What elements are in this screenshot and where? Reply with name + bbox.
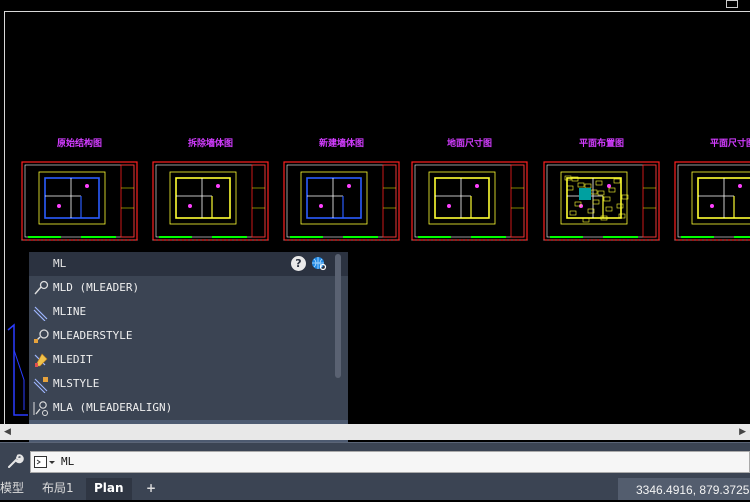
sheet-frame	[21, 161, 138, 241]
autocomplete-query: ML	[53, 257, 67, 270]
command-input-field[interactable]: ML	[30, 451, 750, 473]
autocomplete-item-label: MLEADERSTYLE	[53, 329, 133, 342]
tab-model[interactable]: 模型	[0, 478, 24, 500]
sheet-frame	[152, 161, 269, 241]
multileader-icon	[34, 280, 49, 295]
command-autocomplete-list: ML ? MLD (MLEADER) MLINE MLEADERSTYLE MLEDI…	[29, 252, 348, 444]
autocomplete-item[interactable]: MLINE	[29, 300, 339, 324]
autocomplete-item[interactable]: MLD (MLEADER)	[29, 276, 339, 300]
autocomplete-item-label: MLSTYLE	[53, 377, 100, 390]
multiline-icon	[33, 306, 48, 321]
command-input-text: ML	[61, 455, 75, 468]
drawing-sheet[interactable]: 平面尺寸图	[674, 139, 750, 242]
viewport-corner-mark	[726, 0, 738, 8]
sheet-title: 原始结构图	[56, 139, 102, 149]
mledit-icon	[34, 353, 48, 367]
sheet-frame	[411, 161, 528, 241]
sheet-frame	[674, 161, 750, 241]
autocomplete-item[interactable]: MLSTYLE	[29, 372, 339, 396]
autocomplete-item-label: MLINE	[53, 305, 87, 318]
sheet-title: 拆除墙体图	[187, 139, 233, 149]
drawing-sheet[interactable]: 原始结构图	[21, 139, 138, 242]
sheet-title: 新建墙体图	[318, 139, 364, 149]
help-icon[interactable]: ?	[291, 256, 306, 271]
wrench-icon[interactable]	[6, 452, 24, 470]
autocomplete-item[interactable]: MLEADERSTYLE	[29, 324, 339, 348]
mlstyle-icon	[33, 377, 48, 393]
drawing-sheet[interactable]: 地面尺寸图	[411, 139, 528, 242]
drawing-sheet[interactable]: 新建墙体图	[283, 139, 400, 242]
drawing-sheet[interactable]: 平面布置图	[543, 139, 660, 242]
autocomplete-item-label: MLA (MLEADERALIGN)	[53, 401, 173, 414]
autocomplete-item[interactable]: MLEDIT	[29, 348, 339, 372]
command-prompt-icon[interactable]	[34, 456, 56, 468]
autocomplete-item-label: MLD (MLEADER)	[53, 281, 140, 294]
cursor-coordinates[interactable]: 3346.4916, 879.3725	[618, 478, 750, 500]
scroll-left-arrow-icon[interactable]: ◀	[4, 427, 11, 437]
command-line: ML	[0, 442, 750, 479]
sheet-frame	[283, 161, 400, 241]
drawing-sheet[interactable]: 拆除墙体图	[152, 139, 269, 242]
sheet-title: 平面布置图	[578, 139, 624, 149]
mleader-align-icon	[33, 401, 48, 416]
autocomplete-item[interactable]: MLA (MLEADERALIGN)	[29, 396, 339, 420]
autocomplete-header: ML ?	[29, 252, 348, 276]
horizontal-scrollbar[interactable]: ◀ ▶	[0, 424, 750, 440]
sheet-title: 平面尺寸图	[709, 139, 750, 149]
tab-plan[interactable]: Plan	[86, 478, 132, 500]
sheet-frame	[543, 161, 660, 241]
new-layout-tab-button[interactable]: +	[146, 478, 156, 500]
scroll-right-arrow-icon[interactable]: ▶	[739, 427, 746, 437]
autocomplete-item-label: MLEDIT	[53, 353, 93, 366]
search-online-globe-icon[interactable]	[311, 255, 327, 271]
tab-layout1[interactable]: 布局1	[42, 478, 74, 500]
sheet-title: 地面尺寸图	[446, 139, 492, 149]
multileader-style-icon	[34, 329, 49, 343]
